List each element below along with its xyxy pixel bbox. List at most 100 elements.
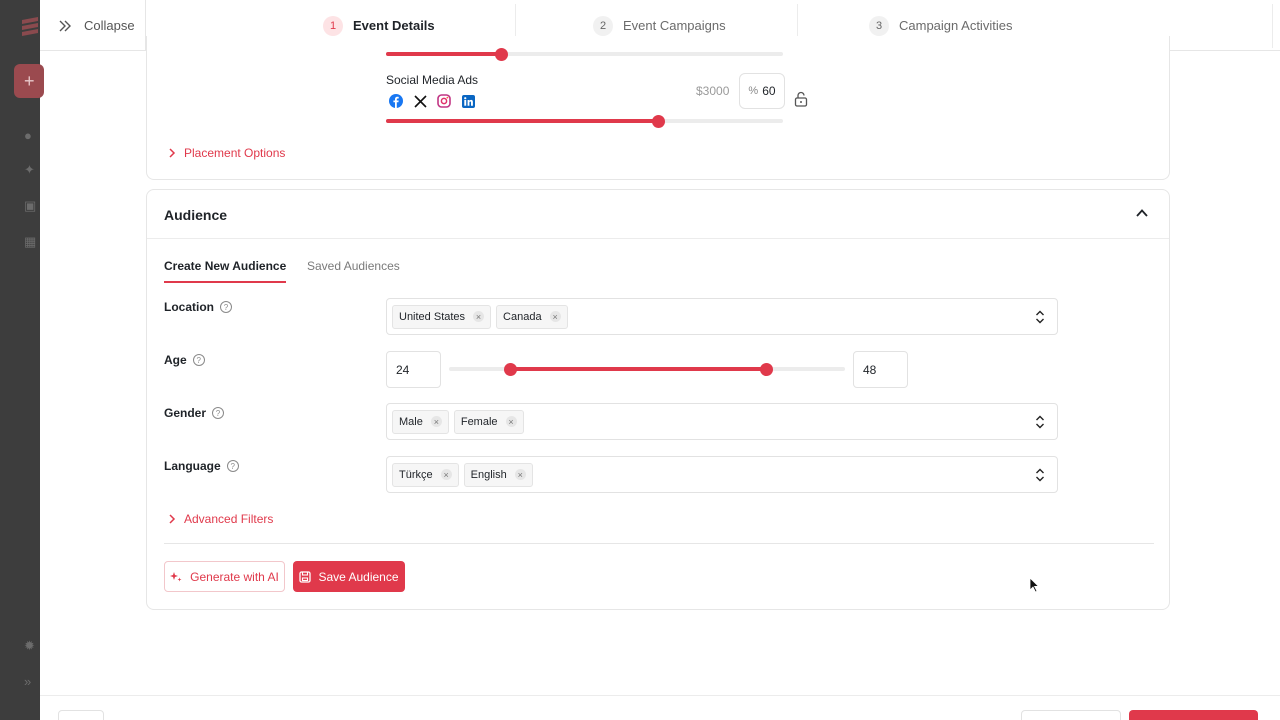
linkedin-icon [460,93,476,109]
instagram-icon [436,93,452,109]
location-chip: United States × [392,304,492,329]
double-chevron-right-icon [59,20,71,31]
sparkle-icon [170,571,182,581]
lock-icon[interactable] [794,91,808,107]
channel-slider-thumb[interactable] [652,115,665,128]
document-icon[interactable]: ▣ [24,198,40,214]
users-icon[interactable]: ● [24,128,40,144]
language-chip: Türkçe × [392,462,459,487]
settings-icon[interactable]: ✹ [24,638,40,654]
remove-chip-icon[interactable]: × [549,311,561,322]
secondary-button[interactable] [1021,710,1121,720]
chip-label: United States [399,310,466,323]
save-audience-label: Save Audience [318,569,399,584]
tab-saved-audiences[interactable]: Saved Audiences [307,259,400,281]
collapse-button[interactable]: Collapse [40,0,146,51]
prev-channel-slider-fill [386,52,501,56]
remove-chip-icon[interactable]: × [430,416,442,427]
help-icon[interactable]: ? [212,407,225,419]
age-slider-fill [511,367,767,371]
gender-chip: Female × [453,409,524,434]
language-chip: English × [463,462,533,487]
gender-chip: Male × [392,409,449,434]
language-label: Language [164,459,221,473]
percent-value: 60 [762,84,776,98]
age-max-input[interactable]: 48 [853,351,908,388]
channel-percent-input[interactable]: % 60 [739,73,785,109]
remove-chip-icon[interactable]: × [514,469,526,480]
chip-label: Türkçe [399,468,433,481]
step-label: Event Details [353,18,435,33]
gender-select[interactable]: Male × Female × [386,403,1058,440]
age-min-input[interactable]: 24 [386,351,441,388]
sparkle-icon[interactable]: ✦ [24,162,40,178]
chip-label: Female [460,415,498,428]
chevron-up-down-icon[interactable] [1035,310,1045,324]
expand-icon[interactable]: » [24,674,40,690]
save-audience-button[interactable]: Save Audience [293,561,405,592]
language-label-row: Language ? [164,459,239,473]
step-label: Event Campaigns [623,18,726,33]
mouse-cursor-icon [1029,577,1040,593]
channel-icons [388,93,476,109]
location-label: Location [164,300,214,314]
remove-chip-icon[interactable]: × [473,311,485,322]
primary-button[interactable] [1129,710,1258,720]
age-max-thumb[interactable] [760,363,773,376]
app-logo-icon [22,17,38,36]
placement-options-toggle[interactable]: Placement Options [168,146,285,160]
placement-options-label: Placement Options [184,146,286,160]
audience-card: Audience Create New Audience Saved Audie… [146,189,1170,610]
help-icon[interactable]: ? [192,354,205,366]
location-select[interactable]: United States × Canada × [386,298,1058,335]
gender-label: Gender [164,406,207,420]
age-label-row: Age ? [164,353,205,367]
percent-symbol: % [748,85,759,97]
advanced-filters-label: Advanced Filters [184,512,274,526]
chip-label: English [470,468,507,481]
channel-budget-amount: $3000 [696,84,730,98]
chevron-up-icon[interactable] [1135,206,1149,220]
facebook-icon [388,93,404,109]
chevron-right-icon [169,514,176,524]
chevron-right-icon [169,148,176,158]
budget-card: Social Media Ads $3000 % 60 Placement Op… [146,36,1170,180]
step-number: 2 [593,15,613,36]
save-icon [299,570,312,583]
location-chip: Canada × [496,304,568,329]
calendar-icon[interactable]: ▦ [24,234,40,250]
step-number: 1 [323,15,343,36]
location-label-row: Location ? [164,300,232,314]
new-item-button[interactable]: + [14,64,44,98]
app-sidebar: + ● ✦ ▣ ▦ ✹ » [0,0,44,720]
collapse-label: Collapse [84,18,135,33]
step-divider [1272,4,1273,48]
age-label: Age [164,353,187,367]
language-select[interactable]: Türkçe × English × [386,456,1058,493]
gender-label-row: Gender ? [164,406,225,420]
remove-chip-icon[interactable]: × [440,469,452,480]
channel-label: Social Media Ads [386,73,479,87]
remove-chip-icon[interactable]: × [505,416,517,427]
tab-create-new-audience[interactable]: Create New Audience [164,259,287,283]
prev-channel-slider-thumb[interactable] [495,48,508,61]
help-icon[interactable]: ? [226,460,239,472]
audience-title: Audience [164,207,228,223]
step-number: 3 [869,15,889,36]
channel-slider-fill [386,119,658,123]
bottom-action-bar [40,695,1280,720]
audience-header[interactable]: Audience [147,190,1169,239]
divider [164,543,1154,544]
age-min-thumb[interactable] [504,363,517,376]
chip-label: Canada [503,310,542,323]
help-icon[interactable]: ? [220,301,232,313]
x-icon [412,93,428,109]
back-button[interactable] [58,710,104,720]
generate-with-ai-button[interactable]: Generate with AI [164,561,285,592]
generate-with-ai-label: Generate with AI [190,569,279,584]
chevron-up-down-icon[interactable] [1035,468,1045,482]
advanced-filters-toggle[interactable]: Advanced Filters [168,512,273,526]
chip-label: Male [399,415,423,428]
step-label: Campaign Activities [899,18,1013,33]
chevron-up-down-icon[interactable] [1035,415,1045,429]
